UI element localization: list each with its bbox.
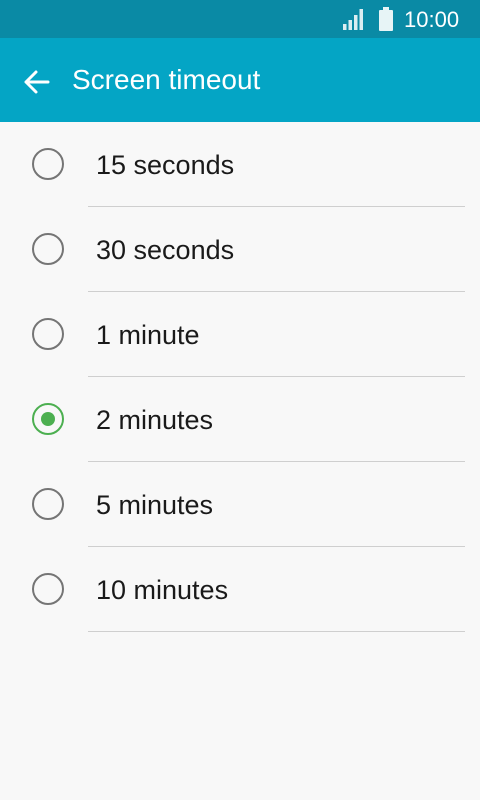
option-2-minutes[interactable]: 2 minutes [0,377,480,462]
option-15-seconds[interactable]: 15 seconds [0,122,480,207]
option-label: 2 minutes [96,405,214,435]
option-1-minute[interactable]: 1 minute [0,292,480,377]
radio-button[interactable] [32,488,64,520]
option-10-minutes[interactable]: 10 minutes [0,547,480,632]
signal-icon [343,9,363,30]
timeout-options-list: 15 seconds 30 seconds 1 minute 2 minutes… [0,122,480,632]
battery-icon [379,7,393,31]
arrow-back-icon[interactable] [14,60,58,104]
radio-button[interactable] [32,233,64,265]
option-label: 10 minutes [96,575,229,605]
option-5-minutes[interactable]: 5 minutes [0,462,480,547]
option-30-seconds[interactable]: 30 seconds [0,207,480,292]
app-bar: Screen timeout [0,38,480,122]
radio-button[interactable] [32,403,64,435]
status-time: 10:00 [404,7,460,32]
radio-dot [41,412,55,426]
radio-button[interactable] [32,573,64,605]
option-label: 5 minutes [96,490,214,520]
page-title: Screen timeout [72,64,261,95]
radio-button[interactable] [32,148,64,180]
option-label: 30 seconds [96,235,235,265]
radio-button[interactable] [32,318,64,350]
status-bar: 10:00 [0,0,480,38]
divider [88,631,465,632]
option-label: 15 seconds [96,150,235,180]
option-label: 1 minute [96,320,200,350]
